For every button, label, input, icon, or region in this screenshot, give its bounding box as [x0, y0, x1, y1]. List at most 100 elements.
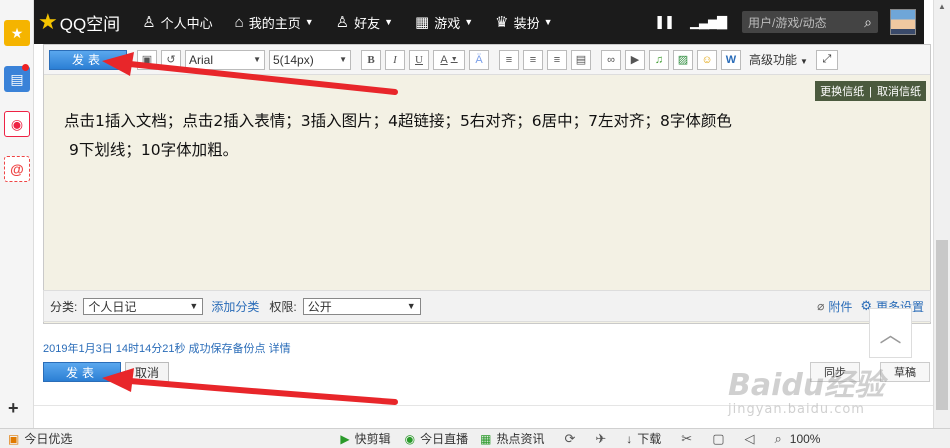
bold-button[interactable]: B	[361, 49, 381, 70]
avatar[interactable]	[890, 9, 916, 35]
mail-at-icon[interactable]: @	[4, 156, 30, 182]
permission-select[interactable]: 公开 ▼	[302, 297, 421, 315]
scissors-icon[interactable]: ✂	[681, 431, 692, 447]
qzone-logo[interactable]: ★ QQ空间	[38, 9, 120, 35]
chevron-down-icon: ▼	[339, 55, 347, 64]
insert-word-icon[interactable]: W	[721, 49, 741, 70]
change-stationery-link[interactable]: 更换信纸	[820, 83, 864, 99]
insert-music-icon[interactable]: ♫	[649, 49, 669, 70]
vertical-scrollbar[interactable]: ▲	[933, 0, 950, 428]
nav-item-label: 游戏	[434, 15, 461, 31]
save-draft-icon[interactable]: ▣	[137, 49, 157, 70]
nav-item-label: 我的主页	[248, 15, 301, 31]
cancel-stationery-link[interactable]: 取消信纸	[864, 83, 921, 99]
caret-down-icon: ▼	[384, 17, 394, 27]
browser-sidebar: ★ ▤ ◉ @ +	[0, 0, 34, 428]
undo-icon[interactable]: ↺	[161, 49, 181, 70]
nav-item-my-homepage[interactable]: ⌂ 我的主页 ▼	[235, 13, 314, 32]
autosave-detail-link[interactable]: 详情	[269, 343, 291, 355]
search-placeholder: 用户/游戏/动态	[748, 15, 827, 30]
scrollbar-thumb[interactable]	[936, 240, 948, 410]
permission-value: 公开	[307, 299, 332, 314]
draft-button[interactable]: 草稿	[880, 362, 930, 382]
editor-toolbar: 发表 ▣ ↺ Arial ▼ 5(14px) ▼ B I U A ▼ Ä ≡ ≡…	[44, 45, 930, 75]
weibo-icon[interactable]: ◉	[4, 111, 30, 137]
download[interactable]: ↓ 下载	[626, 430, 661, 447]
chevron-down-icon: ▼	[450, 56, 458, 63]
attachment-link[interactable]: 附件	[828, 298, 852, 315]
shirt-icon: ♛	[495, 14, 509, 31]
category-select[interactable]: 个人日记 ▼	[83, 297, 204, 315]
align-center-icon[interactable]: ≡	[523, 49, 543, 70]
chevron-up-icon: ︿	[879, 322, 902, 347]
gift-icon: ▣	[8, 431, 20, 446]
pin-icon[interactable]: ✈	[595, 431, 606, 447]
chevron-down-icon: ▼	[800, 57, 808, 66]
today-pick-label: 今日优选	[24, 432, 73, 446]
favorites-star-icon[interactable]: ★	[4, 20, 30, 46]
zoom-value: 100%	[789, 431, 821, 446]
search-icon[interactable]: ⌕	[864, 14, 872, 31]
align-left-icon[interactable]: ≡	[499, 49, 519, 70]
hyperlink-icon[interactable]: ∞	[601, 49, 621, 70]
advanced-features-dropdown[interactable]: 高级功能 ▼	[749, 51, 808, 68]
refresh-icon[interactable]: ⟳	[564, 431, 575, 447]
font-color-button[interactable]: A ▼	[433, 49, 465, 70]
search-zoom-icon[interactable]: ⌕	[775, 431, 782, 447]
post-button-bottom[interactable]: 发表	[43, 362, 121, 382]
underline-button[interactable]: U	[409, 49, 429, 70]
quick-clip-label: 快剪辑	[354, 432, 391, 446]
today-live-label: 今日直播	[420, 432, 469, 446]
category-settings-row: 分类: 个人日记 ▼ 添加分类 权限: 公开 ▼ ⌀ 附件 ⚙ 更多设置	[43, 290, 931, 322]
add-category-link[interactable]: 添加分类	[211, 298, 259, 315]
pause-icon[interactable]: ❚❚	[654, 14, 675, 30]
friends-icon: ♙	[335, 14, 350, 31]
screenshot-icon[interactable]: ▢	[712, 431, 724, 447]
today-live[interactable]: ◉ 今日直播	[405, 430, 469, 447]
italic-button[interactable]: I	[385, 49, 405, 70]
nav-item-friends[interactable]: ♙ 好友 ▼	[336, 13, 393, 32]
insert-video-icon[interactable]: ▶	[625, 49, 645, 70]
font-family-value: Arial	[189, 52, 214, 67]
font-family-select[interactable]: Arial ▼	[185, 49, 265, 70]
nav-item-personal-center[interactable]: ♙ 个人中心	[142, 13, 212, 32]
text-effect-icon[interactable]: Ä	[469, 49, 489, 70]
caret-down-icon: ▼	[464, 17, 474, 27]
nav-right-group: ❚❚ ▁▃▅▇ 用户/游戏/动态 ⌕	[654, 9, 924, 35]
editor-content[interactable]: 点击1插入文档；点击2插入表情；3插入图片；4超链接；5右对齐；6居中；7左对齐…	[64, 107, 884, 165]
autosave-text: 2019年1月3日 14时14分21秒 成功保存备份点	[43, 343, 266, 355]
fullscreen-expand-icon[interactable]: ⤢	[815, 49, 838, 70]
signal-bars-icon[interactable]: ▁▃▅▇	[690, 14, 727, 30]
insert-document-icon[interactable]: ▤	[571, 49, 591, 70]
play-icon: ▶	[340, 431, 350, 446]
add-sidebar-app-icon[interactable]: +	[8, 398, 19, 419]
content-line-1: 点击1插入文档；点击2插入表情；3插入图片；4超链接；5右对齐；6居中；7左对齐…	[64, 112, 732, 130]
zoom-level[interactable]: 100%	[790, 432, 821, 446]
nav-item-games[interactable]: ▦ 游戏 ▼	[415, 13, 473, 32]
font-size-value: 5(14px)	[273, 52, 314, 67]
post-button-top[interactable]: 发表	[49, 49, 127, 70]
grid-icon: ▦	[415, 14, 430, 31]
browser-status-bar: ▣ 今日优选 ▶ 快剪辑 ◉ 今日直播 ▦ 热点资讯 ⟳ ✈ ↓ 下载 ✂ ▢ …	[0, 428, 950, 448]
scroll-up-arrow-icon[interactable]: ▲	[938, 2, 946, 11]
caret-down-icon: ▼	[304, 17, 314, 27]
paperclip-icon: ⌀	[817, 299, 825, 313]
mute-icon[interactable]: ◁	[745, 431, 755, 447]
insert-emoji-icon[interactable]: ☺	[697, 49, 717, 70]
insert-image-icon[interactable]: ▨	[673, 49, 693, 70]
cancel-button[interactable]: 取消	[125, 362, 169, 382]
qzone-star-icon: ★	[38, 9, 58, 34]
back-to-top-button[interactable]: ︿	[869, 308, 912, 358]
font-size-select[interactable]: 5(14px) ▼	[269, 49, 351, 70]
caret-down-icon: ▼	[543, 17, 553, 27]
hot-news[interactable]: ▦ 热点资讯	[480, 430, 544, 447]
nav-item-decorate[interactable]: ♛ 装扮 ▼	[495, 13, 552, 32]
chevron-down-icon: ▼	[189, 301, 199, 311]
today-pick[interactable]: ▣ 今日优选	[8, 430, 72, 447]
align-right-icon[interactable]: ≡	[547, 49, 567, 70]
autosave-status: 2019年1月3日 14时14分21秒 成功保存备份点 详情	[43, 340, 291, 356]
quick-clip[interactable]: ▶ 快剪辑	[340, 430, 390, 447]
search-input[interactable]: 用户/游戏/动态 ⌕	[742, 11, 878, 33]
watermark-url: jingyan.baidu.com	[728, 402, 865, 417]
chevron-down-icon: ▼	[406, 301, 416, 311]
